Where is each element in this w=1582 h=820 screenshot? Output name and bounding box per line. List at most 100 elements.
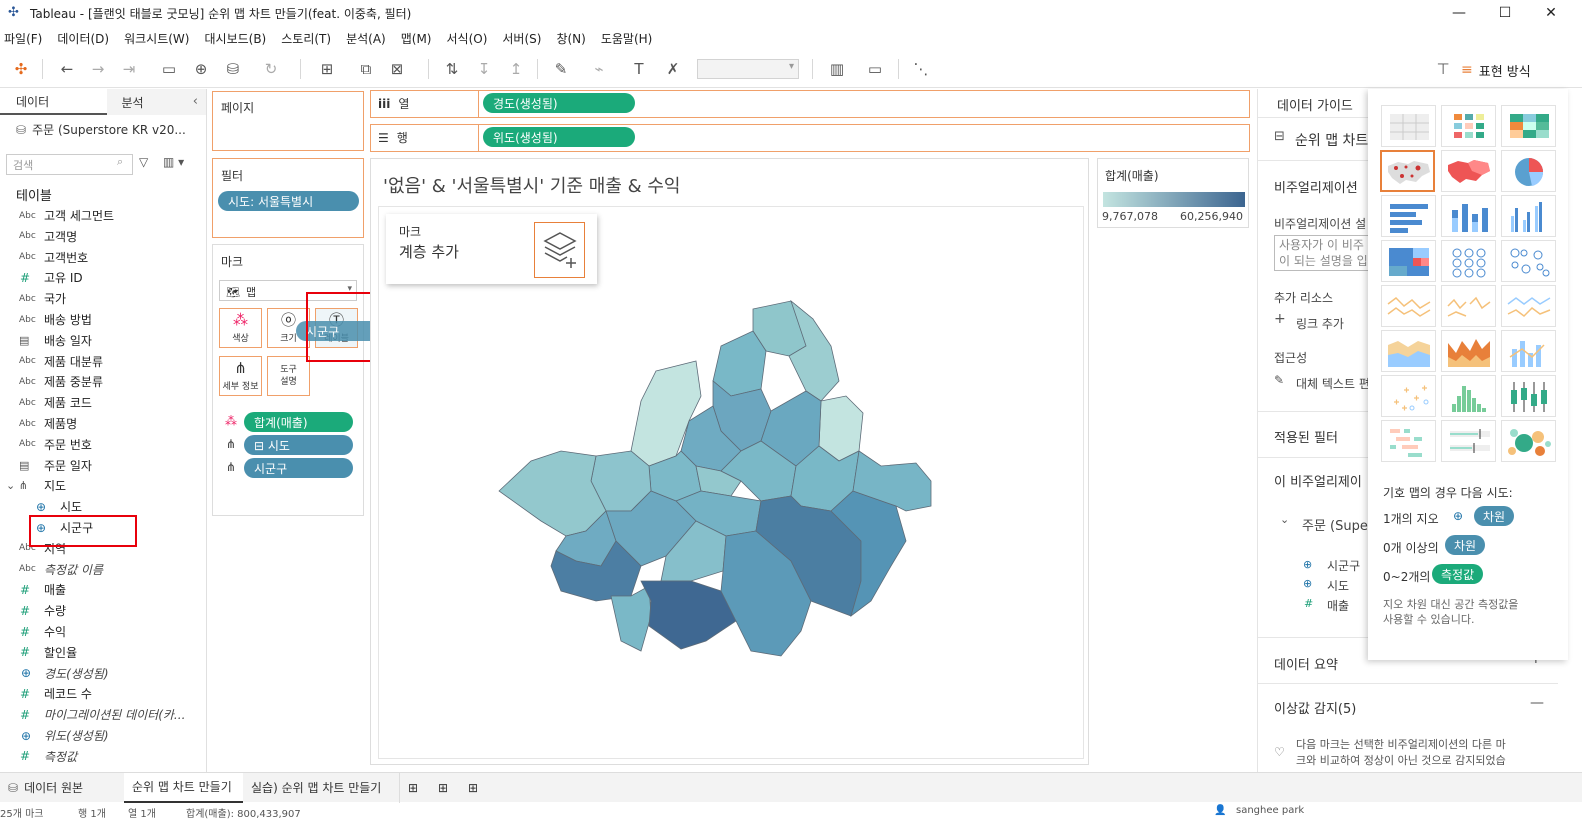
datasource-item[interactable]: ⛁ 주문 (Superstore KR v20... xyxy=(16,121,186,138)
district-gangseo[interactable] xyxy=(498,450,607,537)
rows-pill[interactable]: 위도(생성됨) xyxy=(483,127,635,147)
highlight-icon[interactable]: ✎ xyxy=(550,58,572,80)
minimize-button[interactable]: — xyxy=(1436,0,1482,26)
field-item[interactable]: Abc 주문 번호 xyxy=(0,434,206,455)
datasource-tab[interactable]: ⛁ 데이터 원본 xyxy=(0,773,124,803)
field-item[interactable]: Abc 고객번호 xyxy=(0,247,206,268)
chart-text-table[interactable] xyxy=(1381,105,1436,147)
field-item[interactable]: Abc 제품 중분류 xyxy=(0,371,206,392)
tooltip-button[interactable]: 도구 설명 xyxy=(267,356,310,396)
new-sheet-icon[interactable]: ⊞ xyxy=(316,58,338,80)
minus-icon[interactable]: — xyxy=(1530,695,1544,711)
refresh-icon[interactable]: ↻ xyxy=(260,58,282,80)
new-story-icon[interactable]: ⊞ xyxy=(460,773,490,803)
field-item[interactable]: # 할인율 xyxy=(0,642,206,663)
chart-packed-bubbles[interactable] xyxy=(1501,420,1556,462)
save-icon[interactable]: ▭ xyxy=(158,58,180,80)
alt-text-button[interactable]: 대체 텍스트 편 xyxy=(1296,375,1370,392)
maximize-button[interactable]: ☐ xyxy=(1482,0,1528,26)
field-item[interactable]: # 마이그레이션된 데이터(카... xyxy=(0,704,206,725)
chart-symbol-map[interactable] xyxy=(1380,150,1435,192)
add-layer-card[interactable]: 마크 계층 추가 xyxy=(386,214,597,284)
map-area[interactable] xyxy=(378,206,1084,759)
replay-icon[interactable]: ⇥ xyxy=(118,58,140,80)
close-button[interactable]: ✕ xyxy=(1528,0,1574,26)
sort-asc-icon[interactable]: ↧ xyxy=(473,58,495,80)
chart-side-by-side-circles[interactable] xyxy=(1501,240,1556,282)
chart-histogram[interactable] xyxy=(1441,375,1496,417)
new-dashboard-icon[interactable]: ⊞ xyxy=(430,773,460,803)
fix-axes-icon[interactable]: ✗ xyxy=(662,58,684,80)
menu-help[interactable]: 도움말(H) xyxy=(601,30,653,47)
swap-icon[interactable]: ⇅ xyxy=(441,58,463,80)
chart-side-by-side-bars[interactable] xyxy=(1501,195,1556,237)
district-gangbuk[interactable] xyxy=(712,330,767,397)
field-item[interactable]: # 레코드 수 xyxy=(0,683,206,704)
chart-stacked-bars[interactable] xyxy=(1441,195,1496,237)
chevron-down-icon[interactable]: ⌄ xyxy=(1280,513,1289,526)
group-icon[interactable]: ⌁ xyxy=(588,58,610,80)
pages-shelf[interactable]: 페이지 xyxy=(212,91,364,151)
chart-horizontal-bars[interactable] xyxy=(1381,195,1436,237)
menu-dashboard[interactable]: 대시보드(B) xyxy=(204,30,266,47)
field-item[interactable]: Abc 측정값 이름 xyxy=(0,559,206,580)
tab-data[interactable]: 데이터 xyxy=(0,89,108,115)
mark-pill-sales[interactable]: 합계(매출) xyxy=(244,412,353,432)
chart-discrete-lines[interactable] xyxy=(1441,285,1496,327)
field-item[interactable]: # 수량 xyxy=(0,600,206,621)
new-worksheet-icon[interactable]: ⊞ xyxy=(400,773,430,803)
menu-map[interactable]: 맵(M) xyxy=(401,30,432,47)
chart-pie[interactable] xyxy=(1501,150,1556,192)
menu-data[interactable]: 데이터(D) xyxy=(57,30,109,47)
field-item[interactable]: # 측정값 xyxy=(0,746,206,767)
chart-circle-views[interactable] xyxy=(1441,240,1496,282)
seoul-map[interactable] xyxy=(379,207,1085,760)
menu-analysis[interactable]: 분석(A) xyxy=(346,30,386,47)
field-item[interactable]: Abc 배송 방법 xyxy=(0,309,206,330)
datasource-icon[interactable]: ⛁ xyxy=(222,58,244,80)
chart-continuous-lines[interactable] xyxy=(1381,285,1436,327)
field-item[interactable]: # 매출 xyxy=(0,579,206,600)
clear-sheet-icon[interactable]: ⊠ xyxy=(386,58,408,80)
show-cards-icon[interactable]: ▥ xyxy=(826,58,848,80)
mark-pill-sigungu[interactable]: 시군구 xyxy=(244,458,353,478)
user-name[interactable]: sanghee park xyxy=(1236,805,1304,816)
chart-continuous-area[interactable] xyxy=(1381,330,1436,372)
labels-icon[interactable]: T xyxy=(628,58,650,80)
layers-icon[interactable] xyxy=(534,222,585,278)
chart-highlight-table[interactable] xyxy=(1501,105,1556,147)
duplicate-sheet-icon[interactable]: ⧉ xyxy=(355,58,377,80)
sort-desc-icon[interactable]: ↥ xyxy=(505,58,527,80)
search-input[interactable]: 검색 xyxy=(6,154,133,175)
chart-dual-lines[interactable] xyxy=(1501,285,1556,327)
menu-window[interactable]: 창(N) xyxy=(556,30,585,47)
menu-server[interactable]: 서버(S) xyxy=(502,30,541,47)
pin-icon[interactable]: ⊤ xyxy=(1432,58,1454,80)
chart-filled-map[interactable] xyxy=(1441,150,1496,192)
outliers-head[interactable]: 이상값 감지(5) xyxy=(1274,698,1356,717)
menu-worksheet[interactable]: 워크시트(W) xyxy=(124,30,189,47)
chart-treemap[interactable] xyxy=(1381,240,1436,282)
this-viz-head[interactable]: 이 비주얼리제이 xyxy=(1274,471,1362,490)
chart-dual-combination[interactable] xyxy=(1501,330,1556,372)
menu-story[interactable]: 스토리(T) xyxy=(281,30,331,47)
tab-analysis[interactable]: 분석 xyxy=(107,89,206,115)
chart-box-whisker[interactable] xyxy=(1501,375,1556,417)
data-summary-head[interactable]: 데이터 요약 xyxy=(1274,654,1338,673)
sheet-tab-2[interactable]: 실습) 순위 맵 차트 만들기 xyxy=(243,772,400,803)
chart-scatter[interactable] xyxy=(1381,375,1436,417)
field-item[interactable]: ⊕ 경도(생성됨) xyxy=(0,663,206,684)
menu-file[interactable]: 파일(F) xyxy=(4,30,42,47)
chart-heatmap[interactable] xyxy=(1441,105,1496,147)
filter-pill[interactable]: 시도: 서울특별시 xyxy=(218,191,359,211)
field-item[interactable]: Abc 고객명 xyxy=(0,226,206,247)
presentation-icon[interactable]: ▭ xyxy=(864,58,886,80)
view-options-icon[interactable]: ▥ ▾ xyxy=(163,155,184,169)
field-item[interactable]: ⊕ 위도(생성됨) xyxy=(0,725,206,746)
field-item[interactable]: ⌄ ⋔ 지도 xyxy=(0,475,206,496)
field-item[interactable]: Abc 제품 대분류 xyxy=(0,351,206,372)
share-icon[interactable]: ⋱ xyxy=(910,58,932,80)
tableau-home-icon[interactable]: ✣ xyxy=(10,58,32,80)
mark-pill-sido[interactable]: ⊟ 시도 xyxy=(244,435,353,455)
filter-icon[interactable]: ▽ xyxy=(139,155,148,169)
